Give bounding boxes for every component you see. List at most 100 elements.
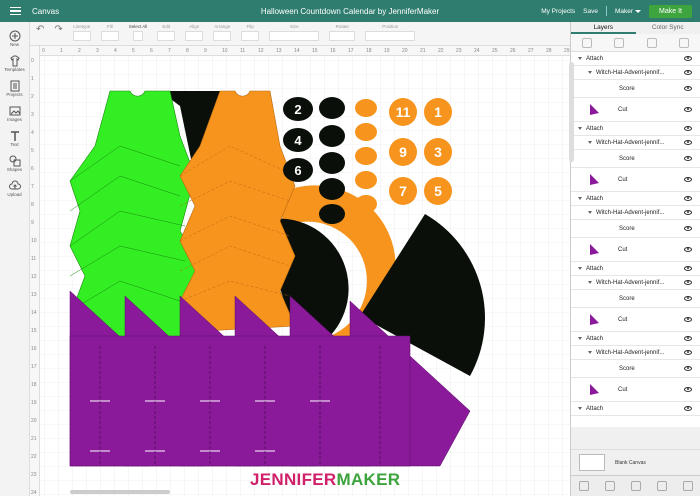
eye-icon[interactable]: [684, 209, 692, 215]
toolbar-edit[interactable]: Edit: [157, 24, 176, 41]
chevron-down-icon[interactable]: [578, 127, 582, 130]
design-canvas[interactable]: 2 4 6 11 1 9 3 7 5 0 1 2 3 4 5 6 7 8 9 1…: [30, 46, 570, 496]
toolbar-size[interactable]: Size: [269, 24, 320, 41]
layer-cut[interactable]: Cut: [571, 168, 700, 192]
layer-group[interactable]: Witch-Hat-Advent-jennif...: [571, 276, 700, 290]
chevron-down-icon[interactable]: [588, 351, 592, 354]
redo-icon[interactable]: ↷: [54, 24, 62, 35]
machine-select[interactable]: Maker: [615, 8, 642, 15]
ruler-tick: 28: [546, 48, 552, 54]
layer-attach-group[interactable]: Attach: [571, 122, 700, 136]
layers-scrollbar[interactable]: [569, 62, 574, 162]
layer-cut[interactable]: Cut: [571, 308, 700, 332]
eye-icon[interactable]: [684, 316, 692, 322]
ruler-tick: 13: [276, 48, 282, 54]
layer-score[interactable]: Score: [571, 220, 700, 238]
layer-attach-group[interactable]: Attach: [571, 332, 700, 346]
my-projects-link[interactable]: My Projects: [541, 8, 575, 15]
ungroup-icon[interactable]: [614, 38, 625, 48]
eye-icon[interactable]: [684, 295, 692, 301]
blank-canvas-row[interactable]: Blank Canvas: [571, 449, 700, 475]
layer-cut[interactable]: Cut: [571, 98, 700, 122]
slice-icon[interactable]: [579, 481, 589, 491]
sidebar-item-upload[interactable]: Upload: [0, 180, 29, 197]
chevron-down-icon[interactable]: [588, 281, 592, 284]
toolbar-fill[interactable]: Fill: [100, 24, 119, 41]
eye-icon[interactable]: [684, 225, 692, 231]
chevron-down-icon[interactable]: [578, 197, 582, 200]
hamburger-menu-icon[interactable]: [0, 0, 30, 22]
toolbar-arrange[interactable]: Arrange: [213, 24, 232, 41]
chevron-down-icon[interactable]: [588, 141, 592, 144]
save-button[interactable]: Save: [583, 8, 598, 15]
undo-icon[interactable]: ↶: [36, 24, 44, 35]
eye-icon[interactable]: [684, 349, 692, 355]
chevron-down-icon[interactable]: [578, 57, 582, 60]
layer-score-label: Score: [619, 155, 635, 162]
witch-hat-thumbnail-icon: [590, 244, 599, 255]
layer-score[interactable]: Score: [571, 150, 700, 168]
layer-score[interactable]: Score: [571, 290, 700, 308]
sidebar-item-images[interactable]: Images: [0, 105, 29, 122]
layer-attach-group[interactable]: Attach: [571, 192, 700, 206]
eye-icon[interactable]: [684, 246, 692, 252]
layer-cut[interactable]: Cut: [571, 238, 700, 262]
chevron-down-icon[interactable]: [578, 337, 582, 340]
chevron-down-icon[interactable]: [588, 71, 592, 74]
chevron-down-icon[interactable]: [578, 267, 582, 270]
make-it-button[interactable]: Make It: [649, 4, 692, 18]
eye-icon[interactable]: [684, 195, 692, 201]
duplicate-icon[interactable]: [646, 38, 657, 48]
eye-icon[interactable]: [684, 106, 692, 112]
weld-icon[interactable]: [605, 481, 615, 491]
layer-group[interactable]: Witch-Hat-Advent-jennif...: [571, 136, 700, 150]
layer-cut[interactable]: Cut: [571, 378, 700, 402]
eye-icon[interactable]: [684, 55, 692, 61]
delete-icon[interactable]: [678, 38, 689, 48]
ruler-tick: 15: [31, 328, 37, 334]
eye-icon[interactable]: [684, 125, 692, 131]
sidebar-item-templates[interactable]: Templates: [0, 55, 29, 72]
toolbar-rotate[interactable]: Rotate: [329, 24, 356, 41]
attach-icon[interactable]: [631, 481, 641, 491]
toolbar-align[interactable]: Align: [185, 24, 204, 41]
chevron-down-icon[interactable]: [578, 407, 582, 410]
eye-icon[interactable]: [684, 279, 692, 285]
eye-icon[interactable]: [684, 335, 692, 341]
toolbar-select-all[interactable]: Select All: [129, 24, 147, 41]
toolbar-linetype[interactable]: Linetype: [72, 24, 91, 41]
tab-color-sync[interactable]: Color Sync: [636, 22, 700, 34]
layer-attach-group[interactable]: Attach: [571, 402, 700, 416]
layer-group[interactable]: Witch-Hat-Advent-jennif...: [571, 206, 700, 220]
layer-score[interactable]: Score: [571, 80, 700, 98]
eye-icon[interactable]: [684, 155, 692, 161]
sidebar-item-projects[interactable]: Projects: [0, 80, 29, 97]
eye-icon[interactable]: [684, 386, 692, 392]
sidebar-item-text[interactable]: Text: [0, 130, 29, 147]
layer-attach-group[interactable]: Attach: [571, 52, 700, 66]
eye-icon[interactable]: [684, 176, 692, 182]
eye-icon[interactable]: [684, 265, 692, 271]
layer-group-label: Witch-Hat-Advent-jennif...: [596, 349, 665, 356]
layer-group[interactable]: Witch-Hat-Advent-jennif...: [571, 346, 700, 360]
eye-icon[interactable]: [684, 69, 692, 75]
tab-layers[interactable]: Layers: [571, 22, 636, 34]
sidebar-item-new[interactable]: New: [0, 30, 29, 47]
eye-icon[interactable]: [684, 139, 692, 145]
blank-canvas-swatch: [579, 454, 605, 471]
sidebar-item-shapes[interactable]: Shapes: [0, 155, 29, 172]
layer-score-label: Score: [619, 295, 635, 302]
eye-icon[interactable]: [684, 405, 692, 411]
eye-icon[interactable]: [684, 85, 692, 91]
toolbar-flip[interactable]: Flip: [241, 24, 260, 41]
chevron-down-icon[interactable]: [588, 211, 592, 214]
layer-group[interactable]: Witch-Hat-Advent-jennif...: [571, 66, 700, 80]
layer-attach-group[interactable]: Attach: [571, 262, 700, 276]
toolbar-position[interactable]: Position: [365, 24, 416, 41]
group-icon[interactable]: [582, 38, 593, 48]
layer-score[interactable]: Score: [571, 360, 700, 378]
contour-icon[interactable]: [683, 481, 693, 491]
flatten-icon[interactable]: [657, 481, 667, 491]
ruler-tick: 27: [528, 48, 534, 54]
eye-icon[interactable]: [684, 365, 692, 371]
